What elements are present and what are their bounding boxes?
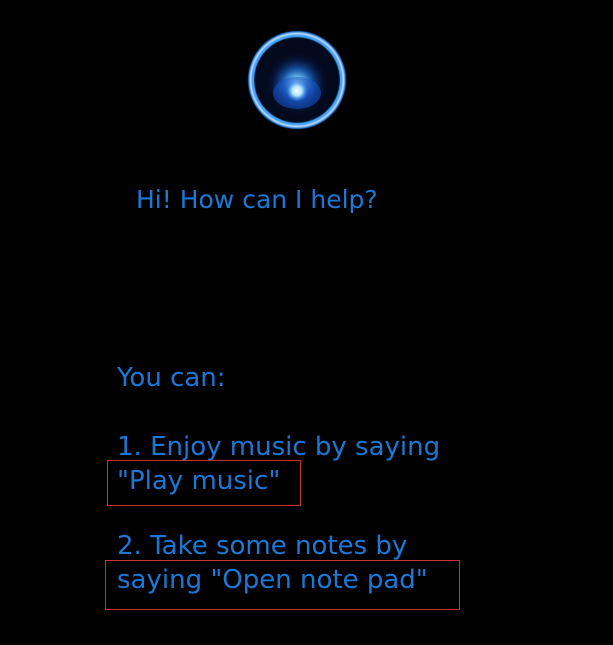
suggestion-2-line-1: 2. Take some notes by <box>117 531 408 561</box>
orb-graphic <box>247 30 347 130</box>
suggestions-heading: You can: <box>117 363 226 393</box>
suggestion-1-line-1: 1. Enjoy music by saying <box>117 432 441 462</box>
voice-assistant-orb-icon[interactable] <box>246 29 348 131</box>
suggestions-panel: You can: 1. Enjoy music by saying "Play … <box>117 361 440 597</box>
suggestion-2-command[interactable]: saying "Open note pad" <box>117 563 440 597</box>
greeting-text: Hi! How can I help? <box>136 185 378 214</box>
suggestion-1-command[interactable]: "Play music" <box>117 464 440 498</box>
